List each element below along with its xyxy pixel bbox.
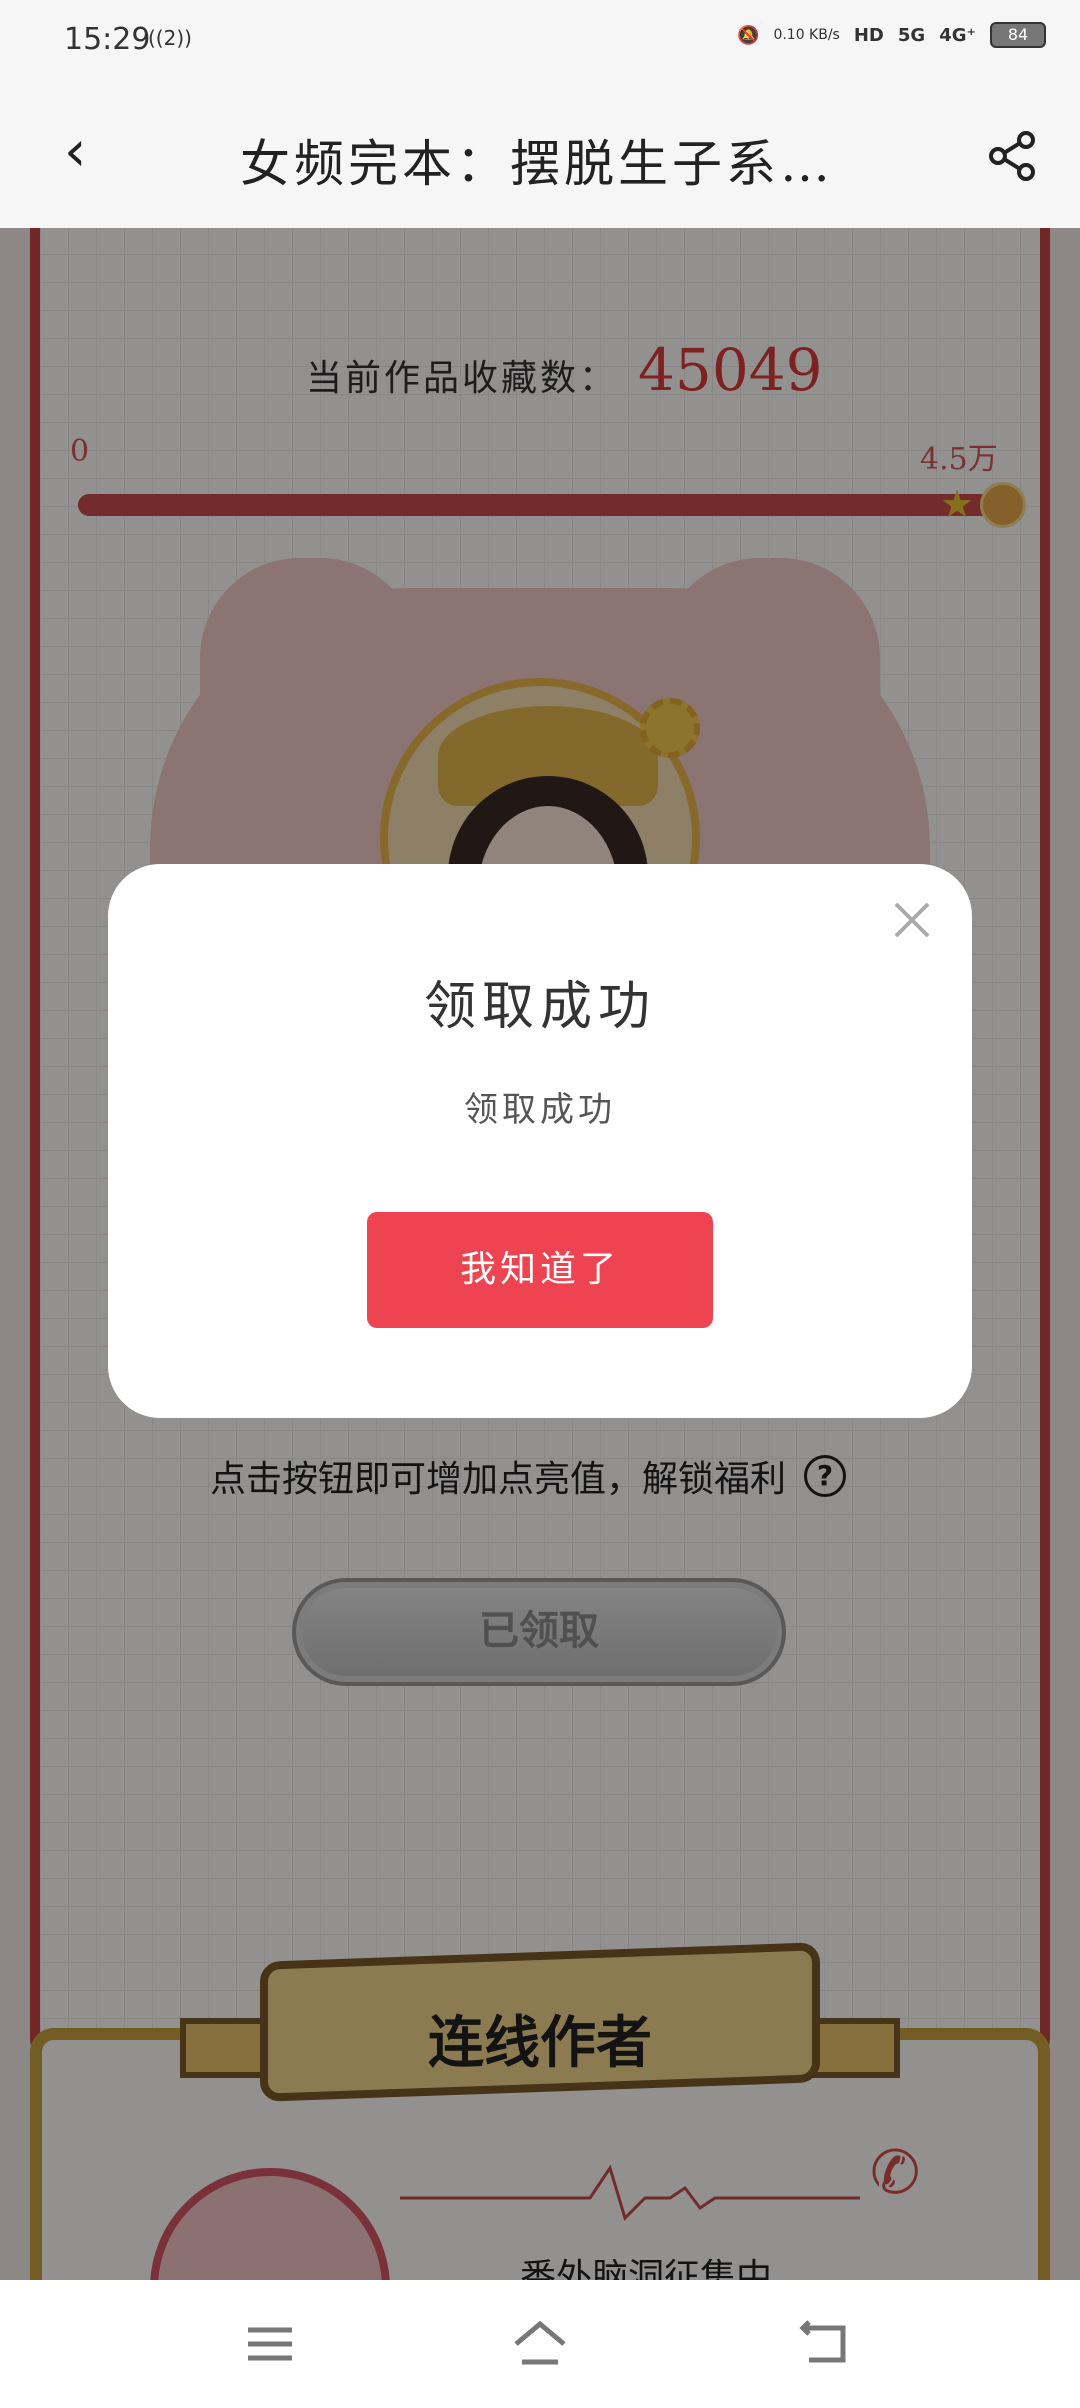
status-icons: 🔕 0.10 KB/s HD 5G 4G⁺ 84 — [737, 22, 1046, 48]
chevron-left-icon[interactable]: ‹ — [64, 122, 86, 182]
top-nav-bar: ‹ 女频完本：摆脱生子系… — [0, 80, 1080, 228]
home-icon[interactable] — [510, 2314, 570, 2374]
dialog-title: 领取成功 — [423, 977, 656, 1037]
status-time: 15:29 — [64, 22, 151, 57]
dialog-message: 领取成功 — [464, 1090, 616, 1130]
system-nav-bar — [0, 2280, 1080, 2408]
hotspot-indicator: ((2)) — [148, 26, 192, 50]
back-arrow-icon[interactable] — [795, 2314, 855, 2374]
share-icon[interactable] — [984, 128, 1040, 184]
status-bar: 15:29 ((2)) 🔕 0.10 KB/s HD 5G 4G⁺ 84 — [0, 0, 1080, 80]
battery-icon: 84 — [990, 22, 1046, 48]
menu-icon[interactable] — [240, 2314, 300, 2374]
net-speed: 0.10 KB/s — [773, 27, 840, 43]
acknowledge-button[interactable]: 我知道了 — [367, 1212, 713, 1328]
network-5g: 5G — [897, 24, 926, 46]
network-4g: 4G⁺ — [939, 24, 976, 46]
page-title: 女频完本：摆脱生子系… — [240, 135, 834, 193]
mute-bell-icon: 🔕 — [737, 24, 760, 46]
success-dialog: 领取成功 领取成功 我知道了 — [108, 864, 972, 1418]
hd-badge: HD — [853, 24, 884, 46]
close-icon[interactable] — [888, 896, 936, 944]
